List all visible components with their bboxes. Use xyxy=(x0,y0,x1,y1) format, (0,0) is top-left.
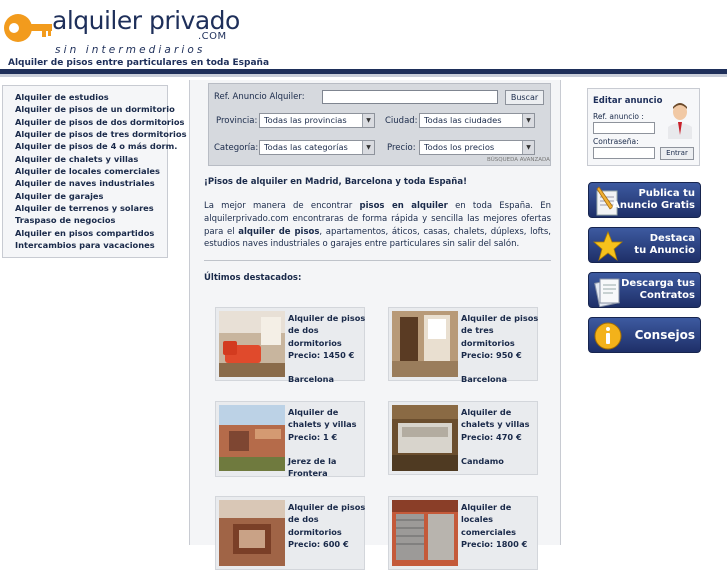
listing-info: Alquiler de pisos de dos dormitorios Precio… xyxy=(288,502,366,549)
categoria-select[interactable]: Todas las categorías ▼ xyxy=(259,140,375,155)
listing-location: Candamo xyxy=(461,456,504,466)
keyword-pisos-en-alquiler: pisos en alquiler xyxy=(359,201,448,211)
provincia-value: Todas las provincias xyxy=(264,115,347,125)
listing-photo xyxy=(392,311,458,377)
ref-anuncio-label: Ref. anuncio : xyxy=(593,112,644,121)
listing-info: Alquiler de locales comerciales Precio: 180… xyxy=(461,502,528,549)
header-divider-shadow xyxy=(0,74,727,77)
password-label: Contraseña: xyxy=(593,137,639,146)
menu-item-tres-dormitorios[interactable]: Alquiler de pisos de tres dormitorios xyxy=(15,128,187,140)
listing-card[interactable]: Alquiler de locales comerciales Precio: 180… xyxy=(388,496,538,570)
main-content: Ref. Anuncio Alquiler: Buscar Provincia:… xyxy=(189,80,561,570)
key-icon xyxy=(4,14,52,42)
menu-item-traspaso[interactable]: Traspaso de negocios xyxy=(15,214,167,226)
site-tagline: Alquiler de pisos entre particulares en … xyxy=(8,58,270,68)
listing-info: Alquiler de pisos de dos dormitorios Precio… xyxy=(288,313,366,360)
menu-item-naves[interactable]: Alquiler de naves industriales xyxy=(15,177,167,189)
listing-card[interactable]: Alquiler de pisos de dos dormitorios Precio… xyxy=(215,496,365,570)
section-divider xyxy=(204,260,551,261)
menu-item-un-dormitorio[interactable]: Alquiler de pisos de un dormitorio xyxy=(15,103,175,115)
featured-title: Últimos destacados: xyxy=(204,273,302,283)
info-icon xyxy=(594,322,622,350)
precio-label: Precio: xyxy=(387,143,416,153)
ref-label: Ref. Anuncio Alquiler: xyxy=(214,92,305,102)
listing-card[interactable]: Alquiler de pisos de dos dormitorios Precio… xyxy=(215,307,366,384)
menu-item-estudios[interactable]: Alquiler de estudios xyxy=(15,91,167,103)
ref-anuncio-input[interactable] xyxy=(593,122,655,134)
menu-item-cuatro-dormitorios[interactable]: Alquiler de pisos de 4 o más dorm. xyxy=(15,140,177,152)
precio-value: Todos los precios xyxy=(424,142,495,152)
provincia-label: Provincia: xyxy=(216,116,258,126)
dropdown-arrow-icon: ▼ xyxy=(522,114,534,127)
ref-input[interactable] xyxy=(322,90,498,104)
menu-item-locales[interactable]: Alquiler de locales comerciales xyxy=(15,165,167,177)
listing-location: Barcelona xyxy=(288,374,334,384)
intro-text: La mejor manera de encontrar pisos en al… xyxy=(204,201,551,250)
logo-tagline: sin intermediarios xyxy=(55,44,206,56)
logo-domain: .COM xyxy=(198,31,227,42)
listing-info: Alquiler de chalets y villas Precio: 1 € xyxy=(288,407,357,442)
precio-select[interactable]: Todos los precios ▼ xyxy=(419,140,535,155)
listing-card[interactable]: Alquiler de pisos de tres dormitorios Preci… xyxy=(388,307,539,384)
listing-location: Barcelona xyxy=(461,374,507,384)
category-menu: Alquiler de estudios Alquiler de pisos d… xyxy=(2,85,187,258)
site-logo[interactable]: alquiler privado .COM sin intermediarios xyxy=(2,4,240,56)
person-icon xyxy=(668,103,692,139)
dropdown-arrow-icon: ▼ xyxy=(362,141,374,154)
search-button[interactable]: Buscar xyxy=(505,90,544,105)
site-header: alquiler privado .COM sin intermediarios… xyxy=(0,0,727,77)
tips-button[interactable]: Consejos xyxy=(588,317,701,353)
menu-item-compartidos[interactable]: Alquiler en pisos compartidos xyxy=(15,227,167,239)
search-form: Ref. Anuncio Alquiler: Buscar Provincia:… xyxy=(208,83,551,166)
menu-item-garajes[interactable]: Alquiler de garajes xyxy=(15,190,167,202)
star-icon xyxy=(593,230,623,262)
login-button[interactable]: Entrar xyxy=(660,147,694,160)
provincia-select[interactable]: Todas las provincias ▼ xyxy=(259,113,375,128)
listing-photo xyxy=(219,500,285,566)
listing-info: Alquiler de pisos de tres dormitorios Preci… xyxy=(461,313,539,360)
listing-photo xyxy=(219,405,285,471)
listing-card[interactable]: Alquiler de chalets y villas Precio: 1 € J… xyxy=(215,401,365,479)
menu-item-terrenos[interactable]: Alquiler de terrenos y solares xyxy=(15,202,167,214)
dropdown-arrow-icon: ▼ xyxy=(362,114,374,127)
feature-ad-button[interactable]: Destaca tu Anuncio xyxy=(588,227,701,263)
categoria-label: Categoría: xyxy=(214,143,259,153)
login-title: Editar anuncio xyxy=(593,96,663,106)
keyword-alquiler-de-pisos: alquiler de pisos xyxy=(238,226,320,237)
ciudad-value: Todas las ciudades xyxy=(424,115,502,125)
listing-photo xyxy=(392,405,458,471)
ciudad-label: Ciudad: xyxy=(385,116,418,126)
dropdown-arrow-icon: ▼ xyxy=(522,141,534,154)
menu-item-dos-dormitorios[interactable]: Alquiler de pisos de dos dormitorios xyxy=(15,116,185,128)
listing-photo xyxy=(392,500,458,566)
password-input[interactable] xyxy=(593,147,655,159)
edit-ad-login: Editar anuncio Ref. anuncio : Contraseña… xyxy=(587,88,700,166)
intro-title: ¡Pisos de alquiler en Madrid, Barcelona … xyxy=(204,177,467,187)
download-contracts-button[interactable]: Descarga tus Contratos xyxy=(588,272,701,308)
ciudad-select[interactable]: Todas las ciudades ▼ xyxy=(419,113,535,128)
publish-ad-button[interactable]: Publica tu Anuncio Gratis xyxy=(588,182,701,218)
listing-location: Jerez de la Frontera xyxy=(288,456,337,479)
listing-card[interactable]: Alquiler de chalets y villas Precio: 470 €… xyxy=(388,401,538,475)
listing-info: Alquiler de chalets y villas Precio: 470 € xyxy=(461,407,530,442)
document-icon xyxy=(594,278,620,307)
categoria-value: Todas las categorías xyxy=(264,142,348,152)
menu-item-chalets[interactable]: Alquiler de chalets y villas xyxy=(15,153,167,165)
advanced-search-link[interactable]: BÚSQUEDA AVANZADA xyxy=(487,157,550,163)
listing-photo xyxy=(219,311,285,377)
menu-item-intercambios[interactable]: Intercambios para vacaciones xyxy=(15,239,167,251)
